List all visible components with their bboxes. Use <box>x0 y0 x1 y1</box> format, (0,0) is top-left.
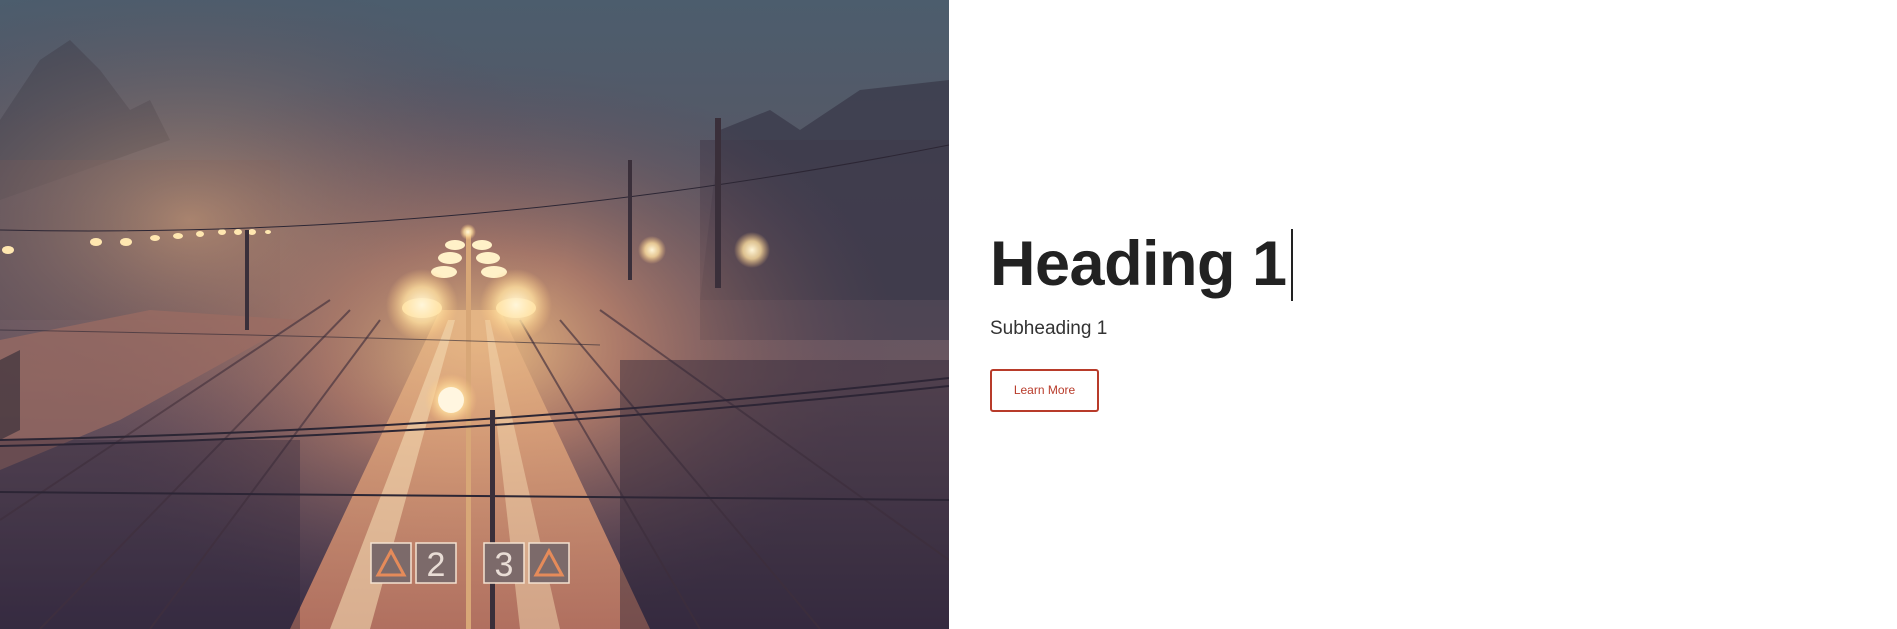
hero-section: 2 3 Heading 1 Subheading 1 Learn More <box>0 0 1897 629</box>
learn-more-button[interactable]: Learn More <box>990 369 1099 412</box>
platform-sign-2: 2 <box>427 546 446 584</box>
hero-image: 2 3 <box>0 0 949 629</box>
text-cursor <box>1291 229 1293 301</box>
hero-text-block: Heading 1 Subheading 1 Learn More <box>990 224 1293 412</box>
heading-text: Heading 1 <box>990 229 1287 299</box>
subheading[interactable]: Subheading 1 <box>990 318 1287 340</box>
page-title[interactable]: Heading 1 <box>990 224 1293 304</box>
platform-sign-3: 3 <box>495 546 514 584</box>
hero-content: Heading 1 Subheading 1 Learn More <box>949 0 1897 629</box>
train-station-photo: 2 3 <box>0 0 949 629</box>
